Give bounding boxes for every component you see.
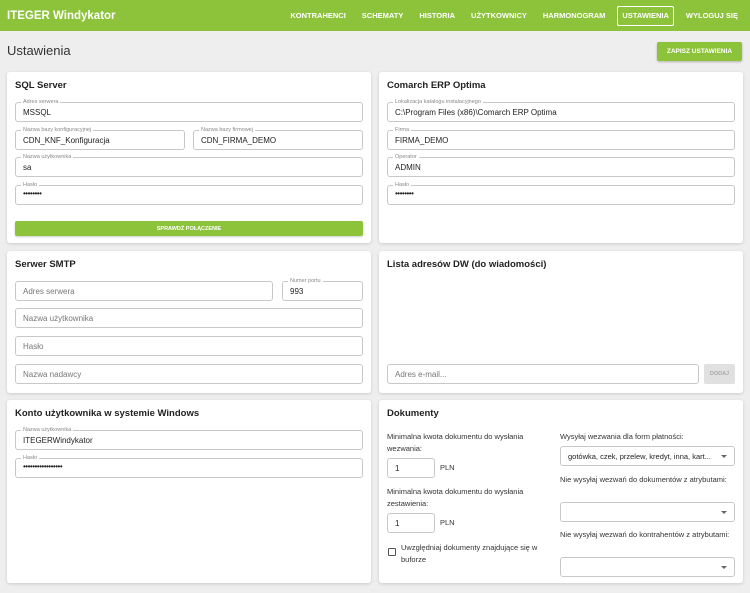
field-value: ITEGERWindykator [23,436,93,445]
company-db-field[interactable]: Nazwa bazy firmowej CDN_FIRMA_DEMO [193,126,363,150]
smtp-server-address-field[interactable]: Adres serwera [15,281,273,301]
field-value: ••••••••••••••••• [23,462,63,471]
nav-item-schematy[interactable]: SCHEMATY [354,6,412,26]
field-value: 1 [395,464,400,473]
field-label: Firma [393,126,412,134]
field-label: Hasło [21,181,40,189]
field-value: ADMIN [395,163,421,172]
cc-address-list-title: Lista adresów DW (do wiadomości) [387,259,547,270]
field-value: •••••••• [23,189,42,198]
field-value: gotówka, czek, przelew, kredyt, inna, ka… [568,452,711,461]
min-call-amount-input[interactable]: 1 [387,458,435,478]
windows-account-card: Konto użytkownika w systemie Windows Naz… [7,400,371,583]
field-placeholder: Hasło [23,342,44,351]
field-label: Numer portu [288,277,323,285]
cc-address-list-card: Lista adresów DW (do wiadomości) Adres e… [379,251,743,393]
cc-email-input[interactable]: Adres e-mail... [387,364,699,384]
min-statement-amount-input[interactable]: 1 [387,513,435,533]
smtp-server-title: Serwer SMTP [15,259,76,270]
windows-password-field[interactable]: Hasło ••••••••••••••••• [15,454,363,478]
smtp-password-field[interactable]: Hasło [15,336,363,356]
currency-label: PLN [440,463,455,472]
field-value: 993 [290,287,304,296]
operator-field[interactable]: Operator ADMIN [387,153,735,177]
exclude-contractors-attr-label: Nie wysyłaj wezwań do kontrahentów z atr… [560,530,730,539]
field-value: CDN_KNF_Konfiguracja [23,136,110,145]
field-value: 1 [395,519,400,528]
buffer-checkbox-label: Uwzględniaj dokumenty znajdujące się w b… [401,543,538,564]
field-label: Nazwa użytkownika [21,426,74,434]
windows-account-title: Konto użytkownika w systemie Windows [15,408,200,419]
smtp-port-field[interactable]: Numer portu 993 [282,277,363,301]
payment-forms-label: Wysyłaj wezwania dla form płatności: [560,432,684,441]
nav-item-historia[interactable]: HISTORIA [411,6,463,26]
field-placeholder: Nazwa użytkownika [23,314,94,323]
nav-item-ustawienia[interactable]: USTAWIENIA [617,5,674,26]
check-connection-button[interactable]: SPRAWDŹ POŁĄCZENIE [15,221,363,236]
field-label: Nazwa bazy konfiguracyjnej [21,126,94,134]
page-title: Ustawienia [7,43,71,58]
field-value: C:\Program Files (x86)\Comarch ERP Optim… [395,108,557,117]
sql-server-card: SQL Server Adres serwera MSSQL Nazwa baz… [7,72,371,243]
min-statement-amount-label: Minimalna kwota dokumentu do wysłania ze… [387,487,524,508]
field-label: Nazwa użytkownika [21,153,74,161]
main-nav: KONTRAHENCI SCHEMATY HISTORIA UŻYTKOWNIC… [282,0,746,31]
payment-forms-select[interactable]: gotówka, czek, przelew, kredyt, inna, ka… [560,446,735,466]
chevron-down-icon [721,455,727,458]
nav-item-wyloguj[interactable]: WYLOGUJ SIĘ [678,6,746,26]
field-value: sa [23,163,32,172]
nav-item-kontrahenci[interactable]: KONTRAHENCI [282,6,353,26]
field-label: Hasło [21,454,40,462]
field-label: Lokalizacja katalogu instalacyjnego [393,98,483,106]
save-settings-button[interactable]: ZAPISZ USTAWIENIA [657,42,742,61]
smtp-server-card: Serwer SMTP Adres serwera Numer portu 99… [7,251,371,393]
sql-password-field[interactable]: Hasło •••••••• [15,181,363,205]
min-call-amount-label: Minimalna kwota dokumentu do wysłania we… [387,432,524,453]
company-field[interactable]: Firma FIRMA_DEMO [387,126,735,150]
app-title: ITEGER Windykator [7,9,116,22]
comarch-optima-title: Comarch ERP Optima [387,80,486,91]
top-navbar: ITEGER Windykator KONTRAHENCI SCHEMATY H… [0,0,750,31]
comarch-optima-card: Comarch ERP Optima Lokalizacja katalogu … [379,72,743,243]
windows-user-field[interactable]: Nazwa użytkownika ITEGERWindykator [15,426,363,450]
buffer-checkbox[interactable] [388,548,396,556]
chevron-down-icon [721,511,727,514]
chevron-down-icon [721,566,727,569]
field-label: Hasło [393,181,412,189]
field-value: FIRMA_DEMO [395,136,449,145]
exclude-contractors-attr-select[interactable] [560,557,735,577]
smtp-sender-field[interactable]: Nazwa nadawcy [15,364,363,384]
install-path-field[interactable]: Lokalizacja katalogu instalacyjnego C:\P… [387,98,735,122]
nav-item-uzytkownicy[interactable]: UŻYTKOWNICY [463,6,535,26]
sql-user-field[interactable]: Nazwa użytkownika sa [15,153,363,177]
documents-card: Dokumenty Minimalna kwota dokumentu do w… [379,400,743,583]
sql-server-title: SQL Server [15,80,67,91]
field-value: MSSQL [23,108,52,117]
field-placeholder: Adres serwera [23,287,75,296]
smtp-user-field[interactable]: Nazwa użytkownika [15,308,363,328]
field-label: Adres serwera [21,98,61,106]
documents-title: Dokumenty [387,408,439,419]
field-placeholder: Adres e-mail... [395,370,447,379]
field-label: Operator [393,153,419,161]
nav-item-harmonogram[interactable]: HARMONOGRAM [535,6,614,26]
field-placeholder: Nazwa nadawcy [23,370,82,379]
currency-label: PLN [440,518,455,527]
add-email-button[interactable]: DODAJ [704,364,735,384]
optima-password-field[interactable]: Hasło •••••••• [387,181,735,205]
sql-server-address-field[interactable]: Adres serwera MSSQL [15,98,363,122]
config-db-field[interactable]: Nazwa bazy konfiguracyjnej CDN_KNF_Konfi… [15,126,185,150]
exclude-docs-attr-select[interactable] [560,502,735,522]
field-value: CDN_FIRMA_DEMO [201,136,277,145]
field-label: Nazwa bazy firmowej [199,126,255,134]
field-value: •••••••• [395,189,414,198]
exclude-docs-attr-label: Nie wysyłaj wezwań do dokumentów z atryb… [560,475,727,484]
